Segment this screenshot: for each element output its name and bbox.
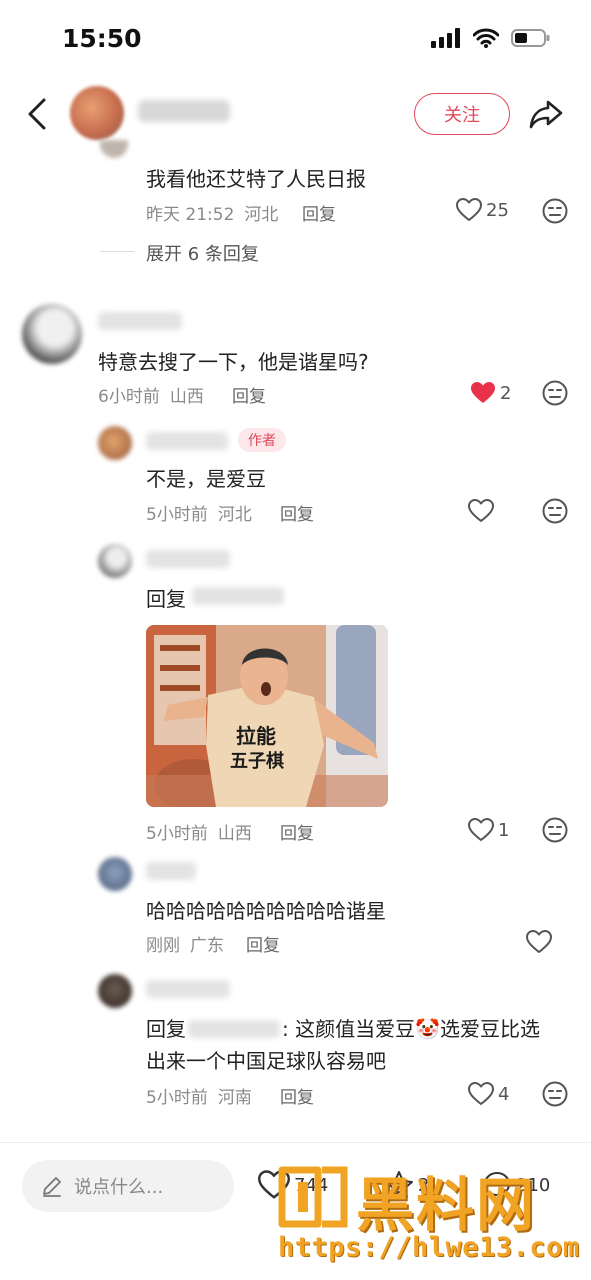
commenter-avatar[interactable] [98, 544, 132, 578]
reply-text: 哈哈哈哈哈哈哈哈哈哈谐星 [146, 899, 386, 923]
reply-button[interactable]: 回复 [280, 1083, 314, 1108]
comment-text: 特意去搜了一下，他是谐星吗? [98, 350, 369, 374]
gif-shirt-text: 拉能 [236, 724, 276, 748]
pencil-icon [43, 1177, 61, 1197]
nav-bar: 关注 [0, 82, 591, 148]
like-count: 25 [486, 199, 509, 221]
reply-text-line1: 回复 : 这颜值当爱豆🤡选爱豆比选 [146, 1013, 540, 1042]
commenter-avatar[interactable] [98, 857, 132, 891]
heart-icon [456, 198, 482, 221]
like-count: 4 [498, 1083, 510, 1105]
reply-button[interactable]: 回复 [280, 819, 314, 844]
comment-meta: 6小时前 山西 [98, 382, 214, 407]
battery-icon [511, 29, 550, 47]
system-icons [431, 28, 551, 48]
heart-icon [468, 818, 494, 841]
reply-time: 刚刚 [146, 936, 180, 956]
heart-filled-icon [471, 382, 495, 403]
commenter-avatar[interactable] [100, 140, 128, 158]
reply-button[interactable]: 回复 [246, 931, 280, 956]
reply-location: 山西 [217, 824, 252, 844]
reply-meta: 5小时前 河北 [146, 500, 262, 525]
follow-button[interactable]: 关注 [414, 93, 510, 135]
status-bar: 15:50 [0, 0, 591, 80]
wifi-icon [473, 28, 499, 48]
comment-time: 6小时前 [98, 387, 160, 407]
heart-icon [468, 499, 494, 522]
like-button[interactable]: 25 [456, 198, 509, 222]
reply-time: 5小时前 [146, 824, 208, 844]
reply-text-part: : 这颜值当爱豆 [282, 1017, 416, 1041]
comment-meta: 昨天 21:52 河北 [146, 200, 288, 225]
emoji-reaction-icon[interactable] [542, 380, 568, 406]
author-reply-avatar[interactable] [98, 426, 132, 460]
reply-time: 5小时前 [146, 505, 208, 525]
reply-meta: 刚刚 广东 [146, 931, 234, 956]
emoji-reaction-icon[interactable] [542, 198, 568, 224]
comment-text: 我看他还艾特了人民日报 [146, 167, 366, 191]
like-button[interactable]: 4 [468, 1082, 509, 1106]
reply-button[interactable]: 回复 [302, 200, 336, 225]
reply-text-line2: 出来一个中国足球队容易吧 [146, 1049, 386, 1073]
comment-time: 昨天 21:52 [146, 205, 235, 225]
like-count: 1 [498, 819, 510, 841]
reply-gif-image[interactable]: 拉能 五子棋 [146, 625, 388, 807]
commenter-name-blurred[interactable] [146, 550, 230, 568]
reply-text: 不是，是爱豆 [146, 467, 266, 491]
reply-meta: 5小时前 山西 [146, 819, 262, 844]
status-time: 15:50 [62, 24, 142, 53]
commenter-avatar[interactable] [22, 304, 82, 364]
reply-target-blurred[interactable] [192, 587, 284, 605]
commenter-name-blurred[interactable] [146, 862, 196, 880]
share-icon[interactable] [528, 96, 564, 132]
reply-button[interactable]: 回复 [280, 500, 314, 525]
heart-icon [526, 930, 552, 953]
like-button[interactable]: 2 [470, 381, 511, 405]
expand-divider [100, 251, 134, 252]
reply-location: 河北 [217, 505, 252, 525]
reply-prefix: 回复 [146, 1017, 186, 1041]
author-avatar[interactable] [70, 86, 124, 140]
signal-icon [431, 28, 460, 48]
clown-emoji: 🤡 [415, 1017, 441, 1041]
comment-input[interactable]: 说点什么... [22, 1160, 234, 1212]
author-badge: 作者 [238, 428, 286, 452]
expand-replies-button[interactable]: 展开 6 条回复 [146, 240, 259, 266]
commenter-name-blurred[interactable] [146, 980, 230, 998]
like-button[interactable] [526, 930, 552, 954]
reply-button[interactable]: 回复 [232, 382, 266, 407]
author-name-blurred[interactable] [146, 432, 228, 450]
commenter-name-blurred[interactable] [98, 312, 182, 330]
comment-location: 山西 [169, 387, 204, 407]
author-name-blurred[interactable] [138, 100, 230, 122]
reply-prefix: 回复 [146, 587, 186, 611]
reply-time: 5小时前 [146, 1088, 208, 1108]
reply-location: 广东 [190, 936, 224, 956]
reply-text-part: 选爱豆比选 [440, 1017, 541, 1041]
back-icon[interactable] [22, 96, 54, 132]
watermark: 黑料网 https://hlwe13.com [270, 1162, 588, 1274]
gif-shirt-text: 五子棋 [230, 750, 284, 772]
like-button[interactable]: 1 [468, 818, 509, 842]
bottom-divider [0, 1142, 591, 1143]
comment-location: 河北 [244, 205, 279, 225]
like-button[interactable] [468, 499, 494, 523]
reply-meta: 5小时前 河南 [146, 1083, 262, 1108]
comment-input-placeholder: 说点什么... [74, 1177, 164, 1198]
reply-location: 河南 [217, 1088, 252, 1108]
reply-target-blurred[interactable] [188, 1020, 280, 1038]
heart-icon [468, 1082, 494, 1105]
watermark-logo [278, 1166, 348, 1228]
like-count: 2 [500, 382, 512, 404]
commenter-avatar[interactable] [98, 974, 132, 1008]
watermark-title: 黑料网 [356, 1171, 537, 1239]
emoji-reaction-icon[interactable] [542, 817, 568, 843]
emoji-reaction-icon[interactable] [542, 1081, 568, 1107]
emoji-reaction-icon[interactable] [542, 498, 568, 524]
watermark-url: https://hlwe13.com [278, 1232, 580, 1263]
